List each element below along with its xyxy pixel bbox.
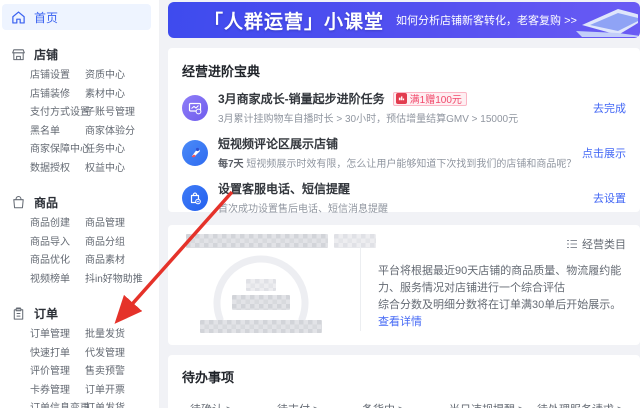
- sidebar-link[interactable]: 商家保障中心: [30, 141, 90, 160]
- sidebar-section-product: 商品 商品创建 商品管理 商品导入 商品分组 商品优化 商品素材 视频榜单 抖i…: [0, 192, 159, 289]
- sidebar-link[interactable]: 商品分组: [85, 234, 159, 253]
- sidebar-link[interactable]: 快速打单: [30, 345, 85, 364]
- score-caption-redacted: [200, 320, 322, 333]
- sidebar-link[interactable]: 子账号管理: [85, 104, 159, 123]
- coupon-icon: [395, 93, 407, 104]
- sidebar-link[interactable]: 任务中心: [85, 141, 159, 160]
- score-gauge: [196, 253, 326, 333]
- sidebar-link[interactable]: 数据授权: [30, 160, 85, 179]
- task-card-title: 经营进阶宝典: [182, 64, 261, 79]
- score-value-redacted: [232, 295, 290, 310]
- sidebar-link[interactable]: 商品管理: [85, 215, 159, 234]
- todo-item-pending-confirm[interactable]: 待确认 >: [190, 401, 277, 408]
- banner-subtitle: 如何分析店铺新客转化，老客复购 >>: [396, 15, 577, 27]
- order-icon: [11, 306, 26, 321]
- task-desc: 3月累计挂购物车自播时长 > 30小时，预估增量结算GMV > 15000元: [218, 114, 519, 125]
- rocket-task-icon: [182, 139, 208, 166]
- laptop-illustration: [552, 3, 640, 38]
- score-description: 平台将根据最近90天店铺的商品质量、物流履约能力、服务情况对店铺进行一个综合评估…: [378, 265, 622, 328]
- sidebar-section-product-header[interactable]: 商品: [0, 192, 159, 212]
- sidebar-link[interactable]: 卡券管理: [30, 382, 85, 401]
- sidebar-link[interactable]: 商品素材: [85, 252, 159, 271]
- go-complete-link[interactable]: 去完成: [593, 100, 626, 116]
- todo-item-pending-payment[interactable]: 待支付 >: [277, 401, 362, 408]
- todo-item-stocking[interactable]: 备货中 >: [362, 401, 449, 408]
- task-desc: 每7天 短视频展示时效有限，怎么让用户能够知道下次找到我们的店铺和商品呢？去短.…: [218, 159, 572, 170]
- todo-items: 待确认 > 待支付 > 备货中 > 当日违规提醒 > 待处理服务请求 >: [182, 401, 626, 408]
- main-content: 「人群运营」小课堂 如何分析店铺新客转化，老客复购 >> 经营进阶宝典 3月商家…: [160, 0, 640, 408]
- sidebar-link[interactable]: 批量发货: [85, 326, 159, 345]
- banner-title: 「人群运营」小课堂: [204, 11, 385, 33]
- shop-icon: [11, 47, 26, 62]
- sidebar-link[interactable]: 抖in好物助推: [85, 271, 159, 290]
- sidebar-link[interactable]: 支付方式设置: [30, 104, 90, 123]
- sidebar-section-shop-header[interactable]: 店铺: [0, 44, 159, 64]
- task-desc: 首次成功设置售后电话、短信消息提醒: [218, 204, 388, 215]
- sidebar-link[interactable]: 订单管理: [30, 326, 85, 345]
- sidebar-link[interactable]: 视频榜单: [30, 271, 85, 290]
- sidebar-home-label: 首页: [34, 10, 59, 25]
- todo-card-title: 待办事项: [182, 370, 235, 385]
- task-card: 经营进阶宝典 3月商家成长-销量起步进阶任务 满1赠100元 3月累计挂购物车自…: [168, 48, 640, 242]
- shop-name-redacted-2: [334, 234, 376, 248]
- todo-item-violation-reminder[interactable]: 当日违规提醒 >: [449, 401, 537, 408]
- category-link[interactable]: 经营类目: [566, 236, 626, 252]
- task-title: 3月商家成长-销量起步进阶任务: [218, 92, 385, 106]
- task-row-service-phone: 设置客服电话、短信提醒 首次成功设置售后电话、短信消息提醒 去设置: [182, 180, 626, 215]
- sidebar-link[interactable]: 商品创建: [30, 215, 85, 234]
- sidebar-link-consignment[interactable]: 代发管理: [85, 345, 159, 364]
- task-row-growth: 3月商家成长-销量起步进阶任务 满1赠100元 3月累计挂购物车自播时长 > 3…: [182, 90, 626, 125]
- sidebar-link[interactable]: 订单开票: [85, 382, 159, 401]
- sidebar-link[interactable]: 打单发货: [85, 400, 159, 408]
- go-setup-link[interactable]: 去设置: [593, 190, 626, 206]
- sidebar-section-order-header[interactable]: 订单: [0, 303, 159, 323]
- sidebar-link[interactable]: 店铺设置: [30, 67, 85, 86]
- task-row-video-comment: 短视频评论区展示店铺 每7天 短视频展示时效有限，怎么让用户能够知道下次找到我们…: [182, 135, 626, 170]
- score-card: 经营类目 平台将根据最近90天店铺的商品质量、物流履约能力、服务情况对店铺进行一…: [168, 225, 640, 345]
- growth-task-icon: [182, 94, 208, 121]
- sidebar-item-home[interactable]: 首页: [2, 4, 151, 30]
- sidebar-link[interactable]: 商品优化: [30, 252, 85, 271]
- sidebar-link[interactable]: 售卖预警: [85, 363, 159, 382]
- sidebar-section-shop: 店铺 店铺设置 资质中心 店铺装修 素材中心 支付方式设置 子账号管理 黑名单 …: [0, 44, 159, 178]
- sidebar: 首页 店铺 店铺设置 资质中心 店铺装修 素材中心 支付方式设置 子账号管理 黑…: [0, 0, 160, 408]
- sidebar-link[interactable]: 素材中心: [85, 86, 159, 105]
- sidebar-link[interactable]: 评价管理: [30, 363, 85, 382]
- sidebar-link[interactable]: 资质中心: [85, 67, 159, 86]
- task-title: 设置客服电话、短信提醒: [218, 182, 351, 196]
- shop-name-redacted: [186, 234, 328, 248]
- task-title: 短视频评论区展示店铺: [218, 137, 339, 151]
- bag-gear-task-icon: [182, 184, 208, 211]
- sidebar-link[interactable]: 黑名单: [30, 123, 85, 142]
- view-detail-link[interactable]: 查看详情: [378, 316, 422, 328]
- sidebar-link[interactable]: 店铺装修: [30, 86, 85, 105]
- click-show-link[interactable]: 点击展示: [582, 145, 626, 161]
- score-value-redacted: [246, 279, 276, 291]
- sidebar-section-order: 订单 订单管理 批量发货 快速打单 代发管理 评价管理 售卖预警 卡券管理 订单…: [0, 303, 159, 408]
- vertical-divider: [360, 243, 361, 331]
- course-banner[interactable]: 「人群运营」小课堂 如何分析店铺新客转化，老客复购 >>: [168, 2, 640, 38]
- sidebar-link[interactable]: 订单信息变更: [30, 400, 90, 408]
- list-icon: [566, 238, 578, 250]
- sidebar-link[interactable]: 商家体验分: [85, 123, 159, 142]
- reward-badge: 满1赠100元: [392, 91, 467, 106]
- sidebar-link[interactable]: 商品导入: [30, 234, 85, 253]
- home-icon: [11, 10, 26, 25]
- sidebar-link[interactable]: 权益中心: [85, 160, 159, 179]
- todo-card: 待办事项 待确认 > 待支付 > 备货中 > 当日违规提醒 > 待处理服务请求 …: [168, 355, 640, 408]
- todo-item-pending-service[interactable]: 待处理服务请求 >: [537, 401, 626, 408]
- product-icon: [11, 195, 26, 210]
